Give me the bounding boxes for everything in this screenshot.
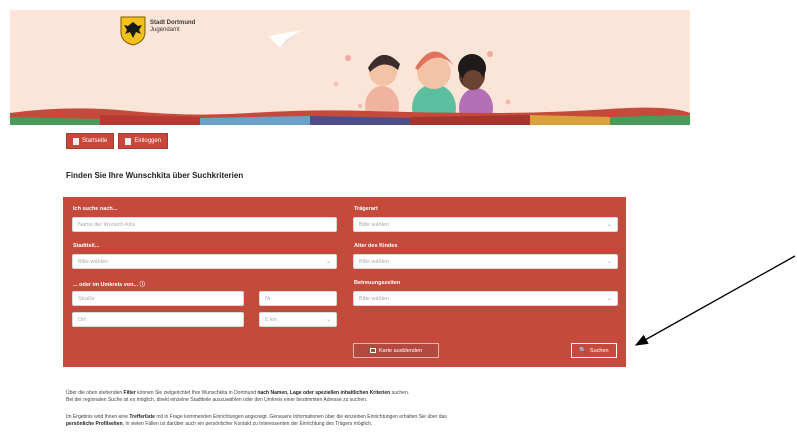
search-button-label: Suchen: [589, 347, 609, 354]
betreuung-placeholder: Bitte wählen: [359, 295, 389, 302]
alter-label: Alter des Kindes: [354, 243, 398, 249]
search-panel: Ich suche nach... Name der Wunsch-Kita T…: [63, 197, 626, 367]
chevron-down-icon: ⌄: [325, 259, 331, 265]
login-icon: [125, 137, 132, 145]
intro-text-bold: nach Namen, Lage oder speziellen inhaltl…: [257, 390, 391, 396]
toggle-map-button[interactable]: Karte ausblenden: [353, 343, 439, 358]
eagle-crest-icon: [120, 16, 146, 46]
logo-subtitle: Jugendamt: [150, 27, 180, 33]
chevron-down-icon: ⌄: [606, 259, 612, 265]
page-title: Finden Sie Ihre Wunschkita über Suchkrit…: [66, 171, 244, 180]
intro-text-bold: persönliche Profilseiten: [66, 421, 123, 427]
chevron-down-icon: ⌄: [606, 222, 612, 228]
umkreis-label: ... oder im Umkreis von... ⓘ: [73, 282, 146, 288]
intro-paragraph-1: Über die oben stehenden Filter können Si…: [66, 390, 626, 404]
stadtteil-select[interactable]: Bitte wählen ⌄: [72, 254, 337, 269]
betreuung-select[interactable]: Bitte wählen ⌄: [353, 291, 618, 306]
street-input[interactable]: Straße: [72, 291, 244, 306]
intro-text: Im Ergebnis wird Ihnen eine: [66, 414, 130, 420]
city-input[interactable]: Ort: [72, 312, 244, 327]
intro-text: Über die oben stehenden: [66, 390, 124, 396]
radius-value: 5 km: [265, 316, 277, 323]
intro-text: können Sie zielgerichtet Ihre Wunschkita…: [135, 390, 258, 396]
toggle-map-label: Karte ausblenden: [378, 347, 423, 354]
search-button[interactable]: 🔍 Suchen: [571, 343, 617, 358]
login-button-label: Einloggen: [134, 138, 162, 144]
logo-title: Stadt Dortmund: [150, 20, 196, 26]
traeger-placeholder: Bitte wählen: [359, 221, 389, 228]
chevron-down-icon: ⌄: [606, 296, 612, 302]
house-number-input[interactable]: Nr.: [259, 291, 337, 306]
traeger-select[interactable]: Bitte wählen ⌄: [353, 217, 618, 232]
stadtteil-placeholder: Bitte wählen: [78, 258, 108, 265]
top-button-bar: Startseite Einloggen: [66, 133, 169, 149]
home-button[interactable]: Startseite: [66, 133, 115, 149]
login-button[interactable]: Einloggen: [118, 133, 169, 149]
radius-select[interactable]: 5 km ⌄: [259, 312, 337, 327]
traeger-label: Trägerart: [354, 206, 378, 212]
stadtteil-label: Stadtteil...: [73, 243, 100, 249]
intro-text-bold: Trefferliste: [129, 414, 155, 420]
intro-text: , in vielen Fällen ist darüber auch ein …: [122, 421, 373, 427]
banner-wave: [10, 107, 690, 125]
home-icon: [73, 137, 79, 145]
kita-name-placeholder: Name der Wunsch-Kita: [78, 221, 135, 228]
house-number-placeholder: Nr.: [265, 295, 273, 302]
betreuung-label: Betreuungszeiten: [354, 280, 401, 286]
intro-text: Bei der regionalen Suche ist es möglich,…: [66, 397, 368, 403]
intro-paragraph-2: Im Ergebnis wird Ihnen eine Trefferliste…: [66, 414, 626, 428]
city-logo[interactable]: Stadt Dortmund Jugendamt: [120, 16, 195, 46]
alter-select[interactable]: Bitte wählen ⌄: [353, 254, 618, 269]
chevron-down-icon: ⌄: [325, 317, 331, 323]
header-banner: Stadt Dortmund Jugendamt: [10, 10, 690, 125]
search-icon: 🔍: [579, 348, 587, 354]
street-placeholder: Straße: [78, 295, 95, 302]
map-icon: [369, 348, 376, 353]
home-button-label: Startseite: [82, 138, 108, 144]
alter-placeholder: Bitte wählen: [359, 258, 389, 265]
kita-name-input[interactable]: Name der Wunsch-Kita: [72, 217, 337, 232]
intro-text: suchen.: [390, 390, 410, 396]
intro-text: mit in Frage kommenden Einrichtungen ang…: [154, 414, 447, 420]
search-label: Ich suche nach...: [73, 206, 118, 212]
intro-text-bold: Filter: [123, 390, 136, 396]
city-placeholder: Ort: [78, 316, 86, 323]
